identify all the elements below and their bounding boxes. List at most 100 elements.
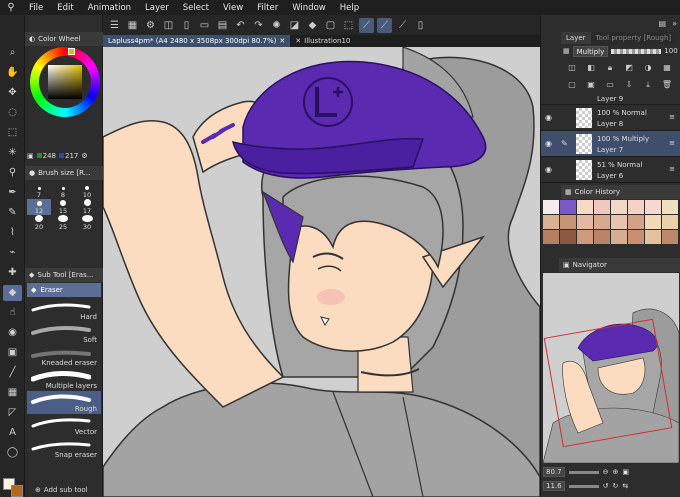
layer-menu-icon[interactable]: ≡ bbox=[669, 139, 675, 147]
color-wheel[interactable] bbox=[30, 47, 100, 117]
color-history-swatch[interactable] bbox=[645, 200, 661, 214]
tab-illustration10[interactable]: ✕ Illustration10 bbox=[290, 35, 355, 47]
close-icon[interactable]: ✕ bbox=[295, 37, 301, 45]
close-icon[interactable]: ✕ bbox=[279, 37, 285, 45]
brush-tool-icon[interactable]: ⌇ bbox=[3, 225, 22, 241]
color-history-swatch[interactable] bbox=[560, 215, 576, 229]
save-icon[interactable]: ▤ bbox=[215, 18, 230, 33]
drawing-canvas[interactable] bbox=[103, 47, 540, 497]
brush-size-option[interactable]: 10 bbox=[75, 183, 99, 199]
eraser-item-soft[interactable]: Soft bbox=[27, 322, 101, 345]
reference-icon[interactable]: ◧ bbox=[582, 60, 600, 76]
color-history-swatch[interactable] bbox=[662, 200, 678, 214]
saturation-value-square[interactable] bbox=[48, 65, 82, 99]
visibility-eye-icon[interactable]: ◉ bbox=[545, 165, 552, 174]
ruler-icon[interactable]: ▦ bbox=[658, 60, 676, 76]
pen-tool-icon[interactable]: ✒ bbox=[3, 185, 22, 201]
color-history-swatch[interactable] bbox=[662, 230, 678, 244]
eyedropper-icon[interactable]: ⚲ bbox=[3, 165, 22, 181]
text-tool-icon[interactable]: A bbox=[3, 425, 22, 441]
navigator-preview[interactable] bbox=[543, 273, 679, 463]
clear-icon[interactable]: ◪ bbox=[287, 18, 302, 33]
delete-layer-icon[interactable]: 🗑︎ bbox=[658, 77, 676, 93]
brush-size-option[interactable]: 30 bbox=[75, 215, 99, 231]
merge-icon[interactable]: ⤓ bbox=[639, 77, 657, 93]
menu-icon[interactable]: ☰ bbox=[107, 18, 122, 33]
blend-tool-icon[interactable]: ☝ bbox=[3, 305, 22, 321]
eraser-tool-icon[interactable]: ◆ bbox=[3, 285, 22, 301]
frame-tool-icon[interactable]: ▦ bbox=[3, 385, 22, 401]
menu-help[interactable]: Help bbox=[333, 3, 366, 13]
rotate-right-icon[interactable]: ↻ bbox=[612, 482, 618, 490]
snap-special-icon[interactable]: ⟋ bbox=[377, 17, 392, 33]
lock-icon[interactable]: 🔒︎ bbox=[601, 60, 619, 76]
new-folder-icon[interactable]: ▭ bbox=[601, 77, 619, 93]
visibility-eye-icon[interactable]: ◉ bbox=[545, 113, 552, 122]
clip-icon[interactable]: ◫ bbox=[563, 60, 581, 76]
color-history-swatch[interactable] bbox=[611, 230, 627, 244]
transfer-down-icon[interactable]: ⇩ bbox=[620, 77, 638, 93]
eraser-item-multiple-layers[interactable]: Multiple layers bbox=[27, 368, 101, 391]
expand-icon[interactable]: » bbox=[672, 19, 677, 28]
opacity-value[interactable]: 100 bbox=[664, 47, 677, 55]
menu-animation[interactable]: Animation bbox=[81, 3, 138, 13]
airbrush-tool-icon[interactable]: ⌁ bbox=[3, 245, 22, 261]
flip-icon[interactable]: ▯ bbox=[413, 18, 428, 33]
fill-tool-icon[interactable]: ◉ bbox=[3, 325, 22, 341]
layer-row-selected[interactable]: ◉ ✎ 100 % Multiply Layer 7 ≡ bbox=[541, 131, 680, 157]
background-color-swatch[interactable] bbox=[11, 485, 23, 497]
ruler-tool-icon[interactable]: ◸ bbox=[3, 405, 22, 421]
tab-lapluss[interactable]: Lapluss4pm* (A4 2480 x 3508px 300dpi 80.… bbox=[103, 35, 291, 47]
menu-layer[interactable]: Layer bbox=[138, 3, 176, 13]
brush-size-option[interactable]: 7 bbox=[27, 183, 51, 199]
color-history-swatch[interactable] bbox=[560, 200, 576, 214]
zoom-in-icon[interactable]: ⊕ bbox=[612, 468, 618, 476]
color-history-swatch[interactable] bbox=[594, 200, 610, 214]
blend-mode-select[interactable]: Multiply bbox=[572, 45, 609, 57]
lock-transparent-icon[interactable]: ◩ bbox=[620, 60, 638, 76]
menu-window[interactable]: Window bbox=[285, 3, 333, 13]
eraser-item-vector[interactable]: Vector bbox=[27, 414, 101, 437]
zoom-out-icon[interactable]: ⊖ bbox=[603, 468, 609, 476]
layer-menu-icon[interactable]: ≡ bbox=[669, 113, 675, 121]
visibility-eye-icon[interactable]: ◉ bbox=[545, 139, 552, 148]
color-history-swatch[interactable] bbox=[628, 215, 644, 229]
companion-icon[interactable]: ◫ bbox=[161, 18, 176, 33]
app-logo-icon[interactable]: ⚲ bbox=[0, 2, 22, 13]
magic-wand-icon[interactable]: ✳ bbox=[3, 145, 22, 161]
zoom-input[interactable]: 80.7 bbox=[543, 467, 565, 477]
layer-row[interactable]: ◉ 100 % Normal Layer 8 ≡ bbox=[541, 105, 680, 131]
mask-icon[interactable]: ◑ bbox=[639, 60, 657, 76]
gradient-tool-icon[interactable]: ▣ bbox=[3, 345, 22, 361]
color-history-swatch[interactable] bbox=[628, 200, 644, 214]
eraser-item-kneaded[interactable]: Kneaded eraser bbox=[27, 345, 101, 368]
color-history-swatch[interactable] bbox=[594, 215, 610, 229]
hue-handle[interactable] bbox=[68, 48, 75, 55]
color-history-swatch[interactable] bbox=[662, 215, 678, 229]
color-history-swatch[interactable] bbox=[645, 230, 661, 244]
eraser-item-hard[interactable]: Hard bbox=[27, 299, 101, 322]
transform-icon[interactable]: ▢ bbox=[323, 18, 338, 33]
brush-size-option-selected[interactable]: 12 bbox=[27, 199, 51, 215]
eraser-item-snap[interactable]: Snap eraser bbox=[27, 437, 101, 460]
lasso-tool-icon[interactable]: ◌ bbox=[3, 105, 22, 121]
eraser-item-rough[interactable]: Rough bbox=[27, 391, 101, 414]
color-history-swatch[interactable] bbox=[577, 200, 593, 214]
undo-icon[interactable]: ↶ bbox=[233, 18, 248, 33]
color-history-swatch[interactable] bbox=[577, 230, 593, 244]
balloon-tool-icon[interactable]: ◯ bbox=[3, 445, 22, 461]
color-history-swatch[interactable] bbox=[577, 215, 593, 229]
color-mode-icon[interactable]: ▣ bbox=[27, 152, 34, 160]
layer-menu-icon[interactable]: ≡ bbox=[669, 165, 675, 173]
color-history-swatch[interactable] bbox=[594, 230, 610, 244]
add-sub-tool-button[interactable]: ⊕ Add sub tool bbox=[27, 485, 101, 495]
menu-file[interactable]: File bbox=[22, 3, 50, 13]
brush-size-option[interactable]: 20 bbox=[27, 215, 51, 231]
brush-size-option[interactable]: 17 bbox=[75, 199, 99, 215]
menu-select[interactable]: Select bbox=[176, 3, 216, 13]
open-file-icon[interactable]: ▭ bbox=[197, 18, 212, 33]
figure-tool-icon[interactable]: ╱ bbox=[3, 365, 22, 381]
color-history-swatch[interactable] bbox=[611, 200, 627, 214]
loading-icon[interactable]: ✺ bbox=[269, 18, 284, 33]
brush-size-option[interactable]: 15 bbox=[51, 199, 75, 215]
